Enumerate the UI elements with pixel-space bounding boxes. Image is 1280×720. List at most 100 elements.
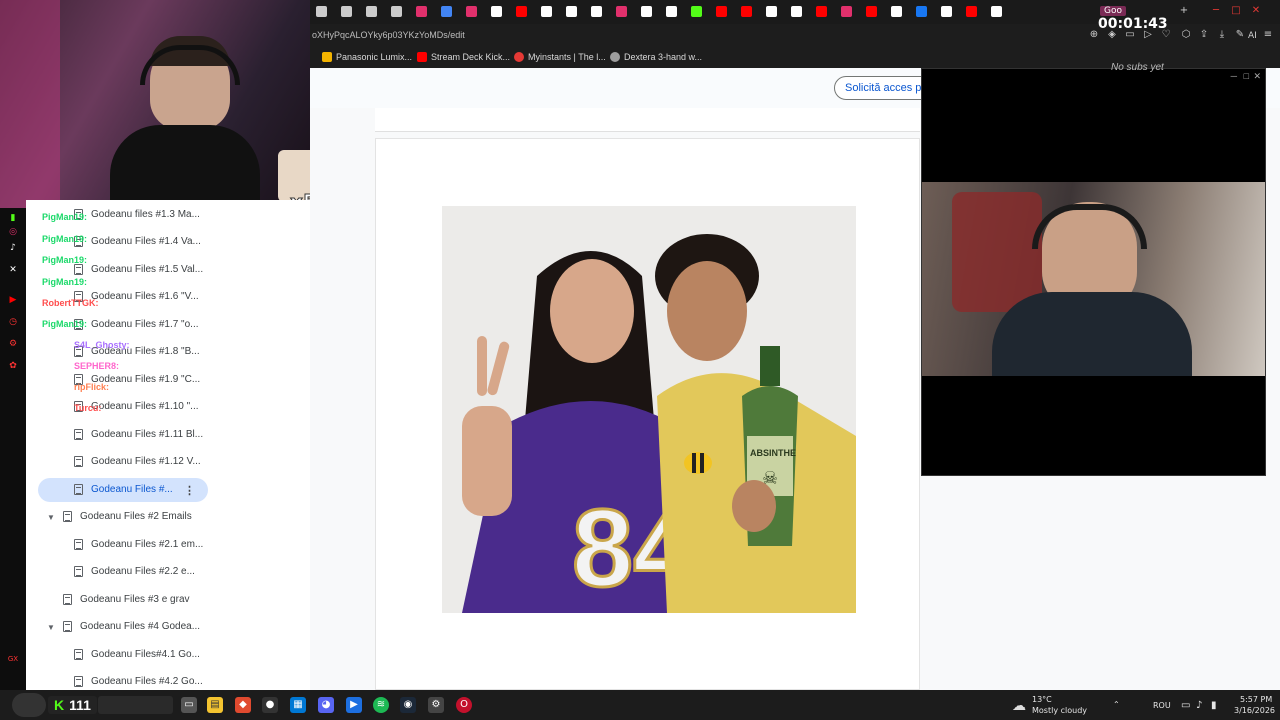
task-view-icon[interactable]: ▭ [181, 697, 197, 713]
box-icon[interactable]: ⬡ [1180, 29, 1192, 41]
outline-item[interactable]: Godeanu files #1.3 Ma... [74, 203, 200, 225]
tab-favicon-icon[interactable] [841, 6, 852, 17]
outline-item[interactable]: Godeanu Files #1.5 Val... [74, 258, 203, 280]
pip-minimize-icon[interactable]: ─ [1231, 71, 1237, 81]
document-icon [63, 621, 72, 632]
tab-favicon-icon[interactable] [991, 6, 1002, 17]
chat-username: S4L_Ghosty: [74, 340, 130, 350]
tab-favicon-icon[interactable] [491, 6, 502, 17]
tab-favicon-icon[interactable] [641, 6, 652, 17]
tab-favicon-icon[interactable] [566, 6, 577, 17]
tab-favicon-icon[interactable] [366, 6, 377, 17]
tab-favicon-icon[interactable] [416, 6, 427, 17]
tab-favicon-icon[interactable] [691, 6, 702, 17]
chat-username: PigMan19: [42, 277, 88, 287]
tab-favicon-icon[interactable] [891, 6, 902, 17]
pip-maximize-icon[interactable]: □ [1244, 71, 1249, 81]
network-icon[interactable]: ▭ [1181, 700, 1190, 711]
store-icon[interactable]: ▦ [290, 697, 306, 713]
download-icon[interactable]: ⤓ [1216, 29, 1228, 41]
collapse-caret-icon[interactable]: ▼ [47, 513, 55, 522]
opera-gx-icon[interactable]: O [456, 697, 472, 713]
battery-icon[interactable]: ▮ [1211, 700, 1217, 711]
outline-item[interactable]: Godeanu Files #... [74, 478, 173, 500]
bookmark-myinstants[interactable]: Myinstants | The l... [514, 52, 606, 62]
outline-item[interactable]: Godeanu Files #2.1 em... [74, 533, 203, 555]
chevron-up-icon[interactable]: ⌃ [1113, 700, 1120, 709]
outline-item[interactable]: Godeanu Files #1.4 Va... [74, 231, 201, 253]
clock-date[interactable]: 3/16/2026 [1234, 706, 1275, 715]
clock-time[interactable]: 5:57 PM [1240, 695, 1272, 704]
brave-icon[interactable]: ◆ [235, 697, 251, 713]
outline-item[interactable]: Godeanu Files#4.1 Go... [74, 643, 200, 665]
chat-username: Turcu: [74, 403, 102, 413]
bookmark-panasonic[interactable]: Panasonic Lumix... [322, 52, 412, 62]
outline-item-label: Godeanu files #1.3 Ma... [91, 208, 200, 220]
outline-item-label: Godeanu Files #2.1 em... [91, 538, 204, 550]
active-tab[interactable]: Goo [1100, 6, 1126, 16]
obs-icon[interactable]: ● [262, 697, 278, 713]
tab-favicon-icon[interactable] [666, 6, 677, 17]
bookmark-stream-deck[interactable]: Stream Deck Kick... [417, 52, 510, 62]
outline-item[interactable]: Godeanu Files #3 e grav [63, 588, 190, 610]
gear-icon: ✿ [9, 361, 17, 371]
tab-favicon-icon[interactable] [816, 6, 827, 17]
tab-favicon-icon[interactable] [766, 6, 777, 17]
outline-item[interactable]: Godeanu Files #1.7 "o... [74, 313, 199, 335]
outline-item[interactable]: Godeanu Files #1.11 Bl... [74, 423, 203, 445]
tab-favicon-icon[interactable] [616, 6, 627, 17]
new-tab-icon[interactable]: + [1178, 5, 1190, 17]
stream-deck-icon[interactable]: ▶ [346, 697, 362, 713]
language-indicator[interactable]: ROU [1153, 701, 1171, 710]
outline-item[interactable]: Godeanu Files #1.12 V... [74, 451, 201, 473]
tab-favicon-icon[interactable] [316, 6, 327, 17]
weather-temp[interactable]: 13°C [1032, 695, 1052, 704]
url-text[interactable]: oXHyPqcALOYky6p03YKzYoMDs/edit [312, 30, 465, 40]
bookmark-icon [514, 52, 524, 62]
ai-button[interactable]: AI [1248, 31, 1257, 41]
doc-embedded-photo[interactable]: 84 ABSINTHE ☠ [442, 206, 856, 613]
pip-video-window[interactable]: ─ □ ✕ [921, 68, 1266, 476]
discord-icon[interactable]: ◕ [318, 697, 334, 713]
tab-favicon-icon[interactable] [866, 6, 877, 17]
spotify-icon[interactable]: ≋ [373, 697, 389, 713]
pip-close-icon[interactable]: ✕ [1253, 71, 1261, 82]
document-icon [74, 483, 83, 495]
pen-icon[interactable]: ✎ [1234, 29, 1246, 41]
outline-item[interactable]: Godeanu Files #4 Godea... [63, 616, 200, 638]
close-window-icon[interactable]: ✕ [1250, 5, 1262, 17]
collapse-caret-icon[interactable]: ▼ [47, 623, 55, 632]
maximize-icon[interactable]: □ [1230, 5, 1242, 17]
file-explorer-icon[interactable]: ▤ [207, 697, 223, 713]
tab-favicon-icon[interactable] [441, 6, 452, 17]
tab-favicon-icon[interactable] [516, 6, 527, 17]
outline-item[interactable]: Godeanu Files #2 Emails [63, 506, 192, 528]
tab-favicon-icon[interactable] [591, 6, 602, 17]
streamer-shirt [110, 125, 260, 208]
tab-favicon-icon[interactable] [341, 6, 352, 17]
minimize-icon[interactable]: ─ [1210, 5, 1222, 17]
tab-favicon-icon[interactable] [941, 6, 952, 17]
search-box[interactable] [98, 696, 173, 714]
tab-favicon-icon[interactable] [541, 6, 552, 17]
tab-favicon-icon[interactable] [716, 6, 727, 17]
chat-username: RobertTTGK: [42, 298, 99, 308]
tab-favicon-icon[interactable] [391, 6, 402, 17]
steam-icon[interactable]: ◉ [400, 697, 416, 713]
no-subs-label: No subs yet [1111, 62, 1164, 73]
volume-icon[interactable]: ♪ [1196, 700, 1202, 711]
tab-favicon-icon[interactable] [466, 6, 477, 17]
menu-icon[interactable]: ≡ [1262, 29, 1274, 41]
bookmark-dextera[interactable]: Dextera 3-hand w... [610, 52, 702, 62]
tab-favicon-icon[interactable] [916, 6, 927, 17]
more-options-icon[interactable]: ⋮ [184, 484, 195, 497]
weather-desc[interactable]: Mostly cloudy [1032, 706, 1087, 715]
kick-counter: K 111 [48, 696, 97, 714]
tab-favicon-icon[interactable] [966, 6, 977, 17]
settings-icon[interactable]: ⚙ [428, 697, 444, 713]
chat-username: SEPHER8: [74, 361, 120, 371]
tab-favicon-icon[interactable] [791, 6, 802, 17]
tab-favicon-icon[interactable] [741, 6, 752, 17]
share-icon[interactable]: ⇪ [1198, 29, 1210, 41]
outline-item[interactable]: Godeanu Files #2.2 e... [74, 561, 195, 583]
